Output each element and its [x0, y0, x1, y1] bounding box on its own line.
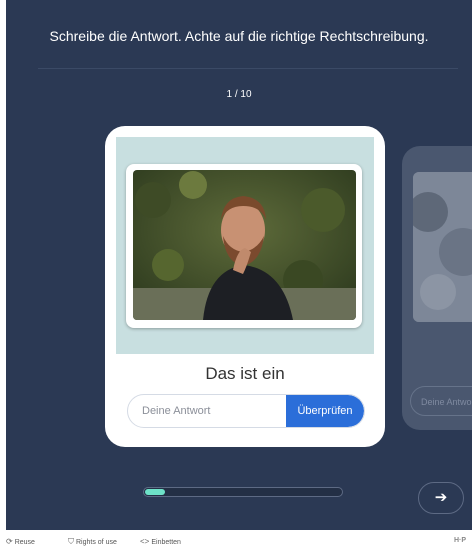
footer: ⟳ Reuse ⛉ Rights of use <> Einbetten H·P: [0, 536, 472, 548]
progress-bar: [143, 487, 343, 497]
next-card-photo: [413, 172, 472, 322]
flashcard-current: Das ist ein Überprüfen: [105, 126, 385, 447]
card-prompt: Das ist ein: [205, 364, 285, 383]
photo-frame: [126, 164, 362, 328]
embed-link[interactable]: <> Einbetten: [140, 537, 181, 546]
card-counter: 1 / 10: [226, 89, 252, 100]
card-image-area: [116, 137, 374, 354]
flashcards-stage: Schreibe die Antwort. Achte auf die rich…: [6, 0, 472, 530]
reuse-link[interactable]: ⟳ Reuse: [6, 537, 35, 546]
embed-icon: <>: [140, 537, 150, 546]
reuse-icon: ⟳: [6, 537, 13, 546]
rights-link[interactable]: ⛉ Rights of use: [68, 537, 117, 547]
divider: [38, 68, 458, 69]
answer-group: Überprüfen: [127, 394, 365, 428]
brand-logo: H·P: [454, 537, 467, 544]
instruction-text: Schreibe die Antwort. Achte auf die rich…: [49, 28, 429, 44]
rights-icon: ⛉: [68, 537, 74, 546]
next-button[interactable]: ➔: [418, 482, 464, 514]
flashcard-next: Deine Antwort: [402, 146, 472, 430]
answer-input[interactable]: [128, 395, 292, 427]
arrow-right-icon: ➔: [434, 489, 448, 506]
card-photo: [133, 170, 356, 320]
next-answer-input: Deine Antwort: [410, 386, 472, 416]
progress-fill: [145, 489, 165, 495]
check-button[interactable]: Überprüfen: [286, 395, 364, 427]
